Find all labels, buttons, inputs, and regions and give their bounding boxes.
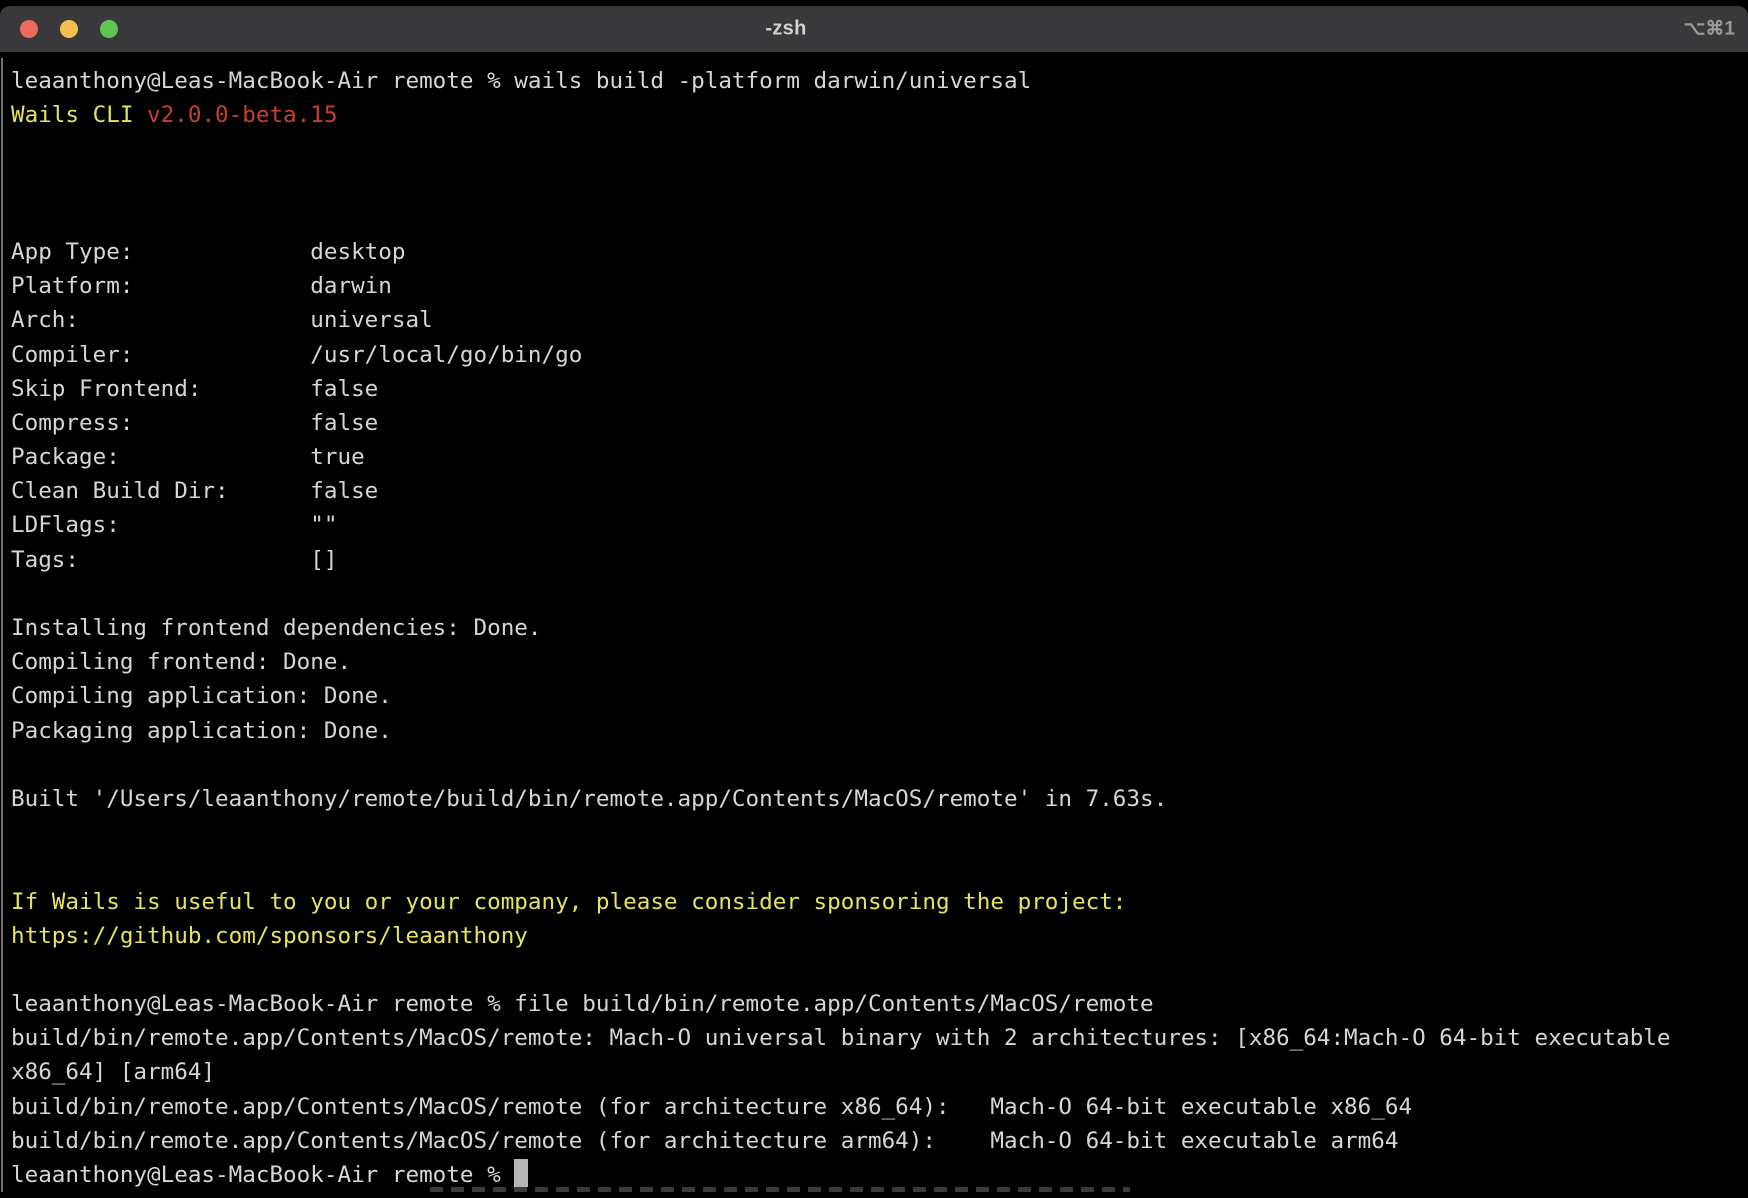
terminal-line: Tags: [] [11,543,1744,577]
traffic-lights [20,20,118,38]
terminal-text-segment: leaanthony@Leas-MacBook-Air remote % fil… [11,991,1154,1017]
terminal-text-segment: Compiling application: Done. [11,683,392,709]
terminal-line: Package: true [11,440,1744,474]
minimize-button[interactable] [60,20,78,38]
terminal-line [11,816,1744,850]
terminal-text-segment: If Wails is useful to you or your compan… [11,889,1126,915]
terminal-line: leaanthony@Leas-MacBook-Air remote % fil… [11,987,1744,1021]
terminal-window: -zsh ⌥⌘1 leaanthony@Leas-MacBook-Air rem… [0,6,1748,1192]
terminal-line: https://github.com/sponsors/leaanthony [11,919,1744,953]
terminal-line [11,850,1744,884]
terminal-text-segment: build/bin/remote.app/Contents/MacOS/remo… [11,1128,1398,1154]
terminal-line: Compiling frontend: Done. [11,645,1744,679]
terminal-text-segment: Built '/Users/leaanthony/remote/build/bi… [11,786,1167,812]
title-bar[interactable]: -zsh ⌥⌘1 [0,6,1748,52]
terminal-line: If Wails is useful to you or your compan… [11,885,1744,919]
terminal-text-segment: build/bin/remote.app/Contents/MacOS/remo… [11,1094,1412,1120]
terminal-line: build/bin/remote.app/Contents/MacOS/remo… [11,1090,1744,1124]
window-title: -zsh [765,18,806,41]
terminal-line: Wails CLI v2.0.0-beta.15 [11,98,1744,132]
terminal-line: Compiling application: Done. [11,679,1744,713]
terminal-text-segment: Compiler: /usr/local/go/bin/go [11,342,582,368]
terminal-line: Clean Build Dir: false [11,474,1744,508]
terminal-cursor [514,1159,528,1187]
terminal-line [11,167,1744,201]
terminal-text-segment: App Type: desktop [11,239,405,265]
terminal-line: Compiler: /usr/local/go/bin/go [11,338,1744,372]
zoom-button[interactable] [100,20,118,38]
terminal-text-segment: Skip Frontend: false [11,376,378,402]
terminal-text-segment: LDFlags: "" [11,512,337,538]
terminal-line: LDFlags: "" [11,508,1744,542]
terminal-text-segment: Tags: [] [11,547,337,573]
terminal-line: Installing frontend dependencies: Done. [11,611,1744,645]
terminal-line: build/bin/remote.app/Contents/MacOS/remo… [11,1124,1744,1158]
terminal-text-segment: Package: true [11,444,365,470]
terminal-line: x86_64] [arm64] [11,1055,1744,1089]
terminal-text-segment: v2.0.0-beta.15 [147,102,337,128]
terminal-text-segment: Platform: darwin [11,273,392,299]
close-button[interactable] [20,20,38,38]
terminal-line [11,953,1744,987]
terminal-line: Built '/Users/leaanthony/remote/build/bi… [11,782,1744,816]
terminal-line: Compress: false [11,406,1744,440]
terminal-text-segment: Compiling frontend: Done. [11,649,351,675]
terminal-text-segment: https://github.com/sponsors/leaanthony [11,923,528,949]
terminal-line [11,201,1744,235]
terminal-text-segment: leaanthony@Leas-MacBook-Air remote % wai… [11,68,1031,94]
terminal-line [11,748,1744,782]
terminal-text-segment: Arch: universal [11,307,433,333]
terminal-text-segment: Wails CLI [11,102,147,128]
terminal-line: leaanthony@Leas-MacBook-Air remote % wai… [11,64,1744,98]
terminal-text-segment: Installing frontend dependencies: Done. [11,615,542,641]
terminal-line: Packaging application: Done. [11,714,1744,748]
terminal-text-segment: Compress: false [11,410,378,436]
terminal-text-segment: leaanthony@Leas-MacBook-Air remote % [11,1162,514,1188]
clipped-bottom-text-sliver [430,1187,1130,1192]
terminal-line [11,577,1744,611]
terminal-content[interactable]: leaanthony@Leas-MacBook-Air remote % wai… [0,52,1748,1192]
terminal-text-segment: build/bin/remote.app/Contents/MacOS/remo… [11,1025,1671,1051]
terminal-output: leaanthony@Leas-MacBook-Air remote % wai… [11,64,1744,1192]
terminal-line: build/bin/remote.app/Contents/MacOS/remo… [11,1021,1744,1055]
terminal-text-segment: Packaging application: Done. [11,718,392,744]
terminal-line: Arch: universal [11,303,1744,337]
tab-shortcut-hint: ⌥⌘1 [1684,18,1735,41]
terminal-line: Platform: darwin [11,269,1744,303]
terminal-text-segment: Clean Build Dir: false [11,478,378,504]
terminal-line: App Type: desktop [11,235,1744,269]
terminal-line: Skip Frontend: false [11,372,1744,406]
window-left-edge [1,58,3,1192]
terminal-text-segment: x86_64] [arm64] [11,1059,215,1085]
terminal-line [11,132,1744,166]
